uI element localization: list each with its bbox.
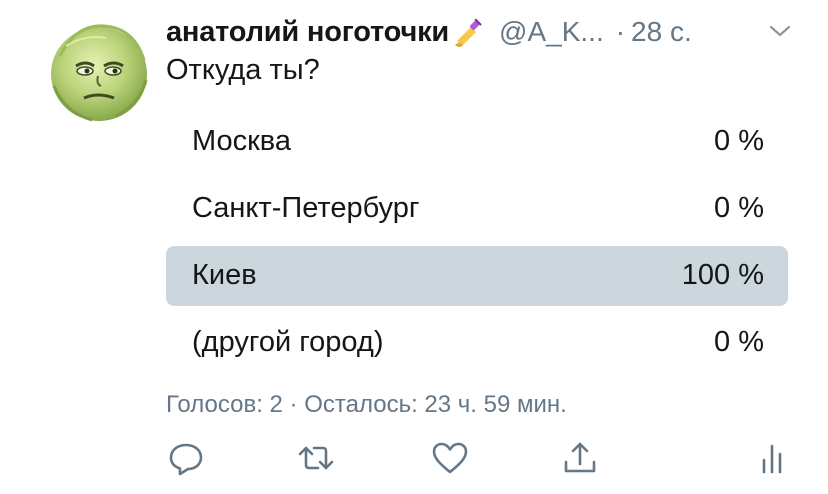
- tweet-actions: [166, 438, 786, 478]
- cabbage-face-avatar: [51, 24, 148, 122]
- display-name[interactable]: анатолий ноготочки: [166, 16, 449, 49]
- reply-button[interactable]: [166, 438, 206, 478]
- retweet-button[interactable]: [296, 438, 336, 478]
- poll: Москва 0 % Санкт-Петербург 0 % Киев 100 …: [166, 112, 788, 380]
- poll-option-label: Москва: [192, 125, 292, 157]
- poll-option: Москва 0 %: [166, 112, 788, 172]
- nail-polish-emoji: [451, 18, 483, 49]
- heart-icon: [432, 442, 468, 474]
- share-button[interactable]: [560, 438, 600, 478]
- poll-meta: Голосов: 2 · Осталось: 23 ч. 59 мин.: [166, 391, 567, 418]
- analytics-icon: [762, 444, 782, 474]
- poll-option-label: Санкт-Петербург: [192, 192, 420, 224]
- user-handle[interactable]: @A_K...: [499, 16, 604, 48]
- poll-option-label: (другой город): [192, 326, 384, 358]
- poll-option: (другой город) 0 %: [166, 313, 788, 373]
- analytics-button[interactable]: [752, 438, 792, 478]
- chevron-down-icon[interactable]: [768, 22, 792, 40]
- share-icon: [564, 442, 596, 473]
- tweet-text: Откуда ты?: [166, 54, 320, 86]
- poll-option: Киев 100 %: [166, 246, 788, 306]
- like-button[interactable]: [430, 438, 470, 478]
- poll-option-percent: 100 %: [681, 259, 764, 291]
- avatar[interactable]: [46, 16, 152, 124]
- poll-option-percent: 0 %: [714, 125, 764, 157]
- retweet-icon: [298, 446, 334, 470]
- poll-option-label: Киев: [192, 259, 257, 291]
- reply-icon: [169, 443, 203, 476]
- timestamp[interactable]: 28 с.: [631, 16, 692, 48]
- poll-option-percent: 0 %: [714, 326, 764, 358]
- separator-dot: ·: [615, 16, 626, 47]
- tweet-header: анатолий ноготочки @A_K... · 28 с.: [166, 14, 796, 50]
- poll-option: Санкт-Петербург 0 %: [166, 179, 788, 239]
- poll-option-percent: 0 %: [714, 192, 764, 224]
